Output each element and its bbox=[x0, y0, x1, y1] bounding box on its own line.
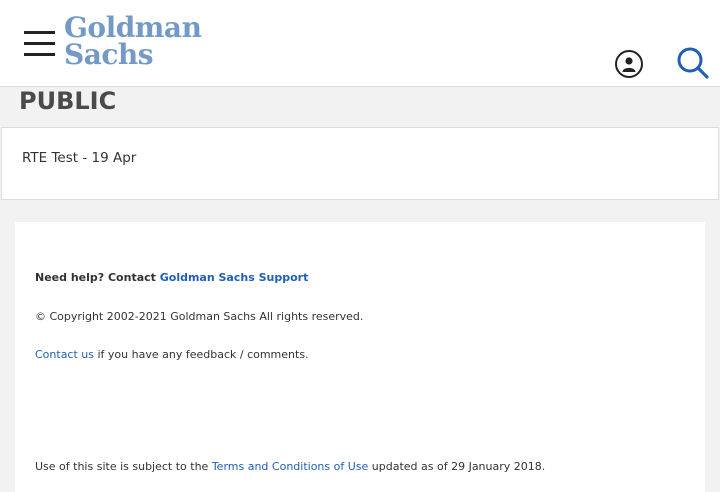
hamburger-bar bbox=[24, 53, 55, 56]
search-icon[interactable] bbox=[676, 46, 710, 80]
support-link[interactable]: Goldman Sachs Support bbox=[160, 271, 309, 284]
footer: Need help? Contact Goldman Sachs Support… bbox=[15, 222, 705, 492]
page-title: PUBLIC bbox=[19, 87, 117, 115]
logo-line-2: Sachs bbox=[64, 38, 154, 71]
contact-us-link[interactable]: Contact us bbox=[35, 348, 94, 361]
user-icon[interactable] bbox=[615, 50, 643, 78]
contact-line: Contact us if you have any feedback / co… bbox=[35, 348, 309, 361]
terms-line: Use of this site is subject to the Terms… bbox=[35, 460, 545, 473]
help-prefix: Need help? Contact bbox=[35, 271, 160, 284]
terms-link[interactable]: Terms and Conditions of Use bbox=[212, 460, 368, 473]
terms-suffix: updated as of 29 January 2018. bbox=[368, 460, 546, 473]
hamburger-bar bbox=[24, 42, 55, 45]
hamburger-icon[interactable] bbox=[24, 31, 56, 57]
hamburger-bar bbox=[24, 31, 55, 34]
header: Goldman Sachs bbox=[0, 0, 720, 87]
content-item-link[interactable]: RTE Test - 19 Apr bbox=[22, 150, 136, 166]
contact-suffix: if you have any feedback / comments. bbox=[94, 348, 309, 361]
content-card: RTE Test - 19 Apr bbox=[1, 127, 719, 200]
copyright-text: © Copyright 2002-2021 Goldman Sachs All … bbox=[35, 310, 364, 323]
terms-prefix: Use of this site is subject to the bbox=[35, 460, 212, 473]
help-line: Need help? Contact Goldman Sachs Support bbox=[35, 271, 308, 284]
logo-line-1: Goldman bbox=[64, 11, 202, 44]
goldman-sachs-logo[interactable]: Goldman Sachs bbox=[64, 11, 202, 72]
